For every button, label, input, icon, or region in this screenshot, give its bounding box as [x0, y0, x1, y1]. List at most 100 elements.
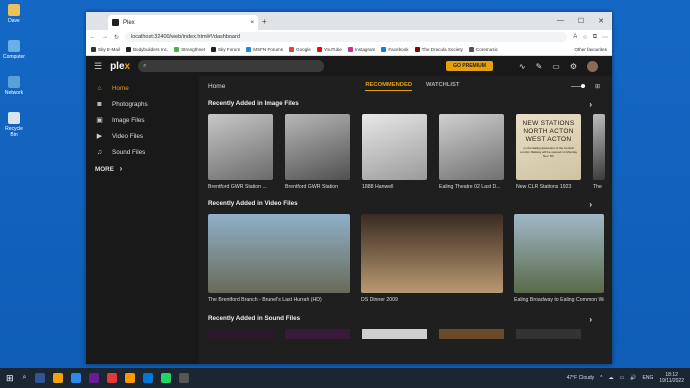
bookmark-item[interactable]: Sky E-Mail [91, 47, 120, 52]
bookmark-label: Strengthnet [181, 47, 205, 52]
refresh-button[interactable]: ↻ [114, 34, 119, 41]
menu-icon[interactable]: ⋯ [602, 34, 608, 41]
chevron-right-icon[interactable]: › [589, 200, 592, 210]
plex-logo[interactable]: plex [110, 61, 130, 72]
bookmark-label: Bodybuilders Inc. [132, 47, 169, 52]
section-title-text[interactable]: Recently Added in Sound Files [208, 315, 300, 325]
favorite-star-icon[interactable]: ☆ [582, 34, 587, 41]
search-input[interactable]: ⌕ [138, 60, 325, 72]
new-tab-button[interactable]: + [262, 17, 267, 26]
poster-text: NEW STATIONS [522, 120, 575, 127]
forward-button[interactable]: → [102, 34, 108, 40]
taskbar-app-icon[interactable] [53, 373, 64, 383]
tools-icon[interactable]: ✎ [536, 62, 543, 71]
bookmark-item[interactable]: YouTube [316, 47, 342, 52]
bookmark-label: Coremusic [475, 47, 498, 52]
back-button[interactable]: ← [90, 34, 96, 40]
desktop-icon-recycle-bin[interactable]: Recycle Bin [2, 112, 26, 138]
collections-icon[interactable]: ⧉ [593, 34, 597, 41]
desktop-icon-computer[interactable]: Computer [2, 40, 26, 60]
onedrive-icon[interactable]: ☁ [609, 375, 614, 381]
bookmark-item[interactable]: Sky Forum [210, 47, 240, 52]
computer-icon [8, 40, 20, 52]
taskbar-app-icon[interactable] [71, 373, 82, 383]
sound-card[interactable] [285, 329, 350, 339]
sidebar-item-photographs[interactable]: ◙ Photographs [86, 96, 199, 112]
video-card[interactable]: Ealing Broadway to Ealing Common Walk 20… [514, 214, 604, 303]
read-aloud-icon[interactable]: A [573, 34, 577, 41]
bookmark-favicon-icon [246, 47, 252, 52]
section-title-text[interactable]: Recently Added in Video Files [208, 200, 298, 210]
taskbar-app-icon[interactable] [125, 373, 136, 383]
taskbar-app-icon[interactable] [161, 373, 172, 383]
taskbar-app-icon[interactable] [89, 373, 100, 383]
other-favourites[interactable]: Other favourites [574, 47, 607, 52]
chevron-right-icon[interactable]: › [589, 315, 592, 325]
section-title: Recently Added in Sound Files › [208, 315, 612, 325]
weather-widget[interactable]: 47°F Cloudy [567, 375, 595, 381]
tab-plex[interactable]: Plex × [108, 15, 258, 30]
battery-icon[interactable]: ▭ [620, 375, 625, 381]
taskbar-app-icon[interactable] [179, 373, 190, 383]
url-input[interactable]: localhost:32400/web/index.html#!/dashboa… [125, 32, 568, 42]
view-controls: ⊞ [570, 83, 600, 90]
bookmark-item[interactable]: Facebook [381, 47, 409, 52]
language-indicator[interactable]: ENG [643, 375, 654, 381]
go-premium-button[interactable]: GO PREMIUM [446, 61, 493, 71]
tab-recommended[interactable]: RECOMMENDED [365, 82, 413, 91]
image-card[interactable]: The [593, 114, 605, 190]
maximize-button[interactable]: ☐ [578, 17, 584, 25]
taskbar-app-icon[interactable] [143, 373, 154, 383]
avatar[interactable] [587, 60, 598, 72]
hamburger-menu-icon[interactable]: ☰ [94, 61, 102, 72]
bookmark-item[interactable]: Strengthnet [174, 47, 205, 52]
minimize-button[interactable]: — [557, 17, 564, 25]
slider-handle[interactable] [580, 83, 585, 88]
sidebar-item-sound-files[interactable]: ♫ Sound Files [86, 144, 199, 160]
plex-app: ☰ plex ⌕ GO PREMIUM ∿ ✎ ▭ ⚙ ⌂ Home ◙ Pho [86, 56, 612, 364]
chevron-right-icon[interactable]: › [589, 100, 592, 110]
sound-card[interactable] [439, 329, 504, 339]
tray-overflow-icon[interactable]: ^ [600, 375, 602, 381]
start-button[interactable]: ⊞ [6, 373, 14, 384]
sound-card[interactable] [516, 329, 581, 339]
search-icon[interactable]: ⌕ [23, 374, 27, 382]
image-card[interactable]: NEW STATIONS NORTH ACTON WEST ACTON on the … [516, 114, 581, 190]
sidebar-item-image-files[interactable]: ▣ Image Files [86, 112, 199, 128]
desktop-icon-dave[interactable]: Dave [2, 4, 26, 24]
sidebar-item-home[interactable]: ⌂ Home [86, 80, 199, 96]
bookmark-item[interactable]: Bodybuilders Inc. [125, 47, 169, 52]
video-thumbnail [514, 214, 604, 293]
video-card[interactable]: The Brentford Branch - Brunel's Last Hur… [208, 214, 350, 303]
bookmark-item[interactable]: Google [289, 47, 311, 52]
image-card[interactable]: 1888 Hanwell [362, 114, 427, 190]
bookmark-item[interactable]: Coremusic [468, 47, 498, 52]
taskbar-app-icon[interactable] [107, 373, 118, 383]
sidebar-item-video-files[interactable]: ▶ Video Files [86, 128, 199, 144]
image-card[interactable]: Brentford GWR Station ... [208, 114, 273, 190]
logo-text: ple [110, 60, 125, 72]
section-title-text[interactable]: Recently Added in Image Files [208, 100, 299, 110]
tab-watchlist[interactable]: WATCHLIST [426, 82, 459, 91]
sidebar-more[interactable]: MORE › [86, 164, 199, 173]
logo-x: x [124, 60, 131, 72]
tab-close-icon[interactable]: × [250, 20, 254, 26]
cast-icon[interactable]: ▭ [552, 62, 560, 71]
grid-icon[interactable]: ⊞ [595, 83, 600, 90]
sound-card[interactable] [362, 329, 427, 339]
bookmark-item[interactable]: The Dracula Society [414, 47, 463, 52]
image-card[interactable]: Ealing Theatre 02 Last D... [439, 114, 504, 190]
clock[interactable]: 18:12 19/11/2022 [659, 372, 684, 384]
settings-icon[interactable]: ⚙ [570, 62, 577, 71]
close-button[interactable]: ✕ [598, 17, 604, 25]
size-slider[interactable] [570, 83, 585, 88]
volume-icon[interactable]: 🔊 [630, 375, 636, 381]
video-card[interactable]: DS Dinner 2009 [361, 214, 503, 303]
activity-icon[interactable]: ∿ [519, 62, 526, 71]
bookmark-item[interactable]: MSFN Forums [246, 47, 283, 52]
image-card[interactable]: Brentford GWR Station [285, 114, 350, 190]
desktop-icon-network[interactable]: Network [2, 76, 26, 96]
bookmark-item[interactable]: Instagram [347, 47, 375, 52]
taskbar-app-icon[interactable] [35, 373, 46, 383]
sound-card[interactable] [208, 329, 273, 339]
